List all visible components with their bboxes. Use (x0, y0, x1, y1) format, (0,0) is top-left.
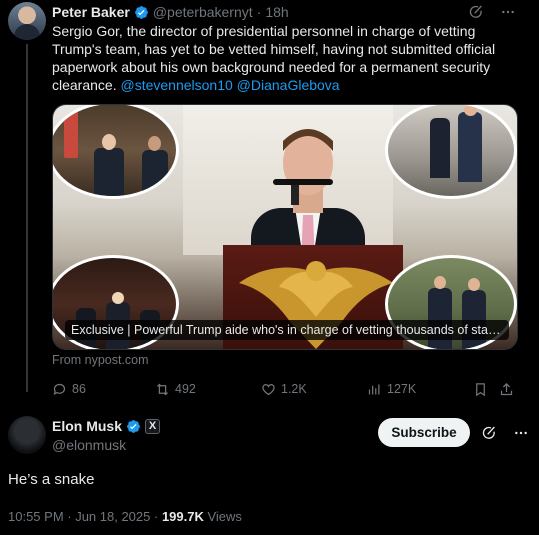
more-icon[interactable] (512, 424, 530, 442)
reply-icon (53, 383, 66, 395)
x-affiliate-icon[interactable]: X (145, 418, 161, 434)
tweet-time[interactable]: 18h (265, 4, 288, 20)
share-icon (500, 382, 513, 395)
author-handle[interactable]: @peterbakernyt (153, 4, 253, 20)
link-card[interactable]: Exclusive | Powerful Trump aide who's in… (52, 104, 518, 350)
tweet-actions-bar: 86 492 1.2K 127K (52, 379, 520, 399)
like-button[interactable]: 1.2K (261, 382, 367, 397)
grok-icon[interactable] (480, 424, 498, 442)
grok-icon[interactable] (467, 3, 485, 21)
card-source[interactable]: From nypost.com (52, 353, 149, 367)
subscribe-button[interactable]: Subscribe (378, 418, 470, 447)
retweet-icon (157, 383, 168, 395)
verified-badge-icon (127, 419, 140, 433)
bookmark-button[interactable] (473, 382, 499, 397)
reply-top-actions (480, 424, 530, 442)
avatar-peter-baker[interactable] (8, 2, 46, 40)
reply-author-handle[interactable]: @elonmusk (52, 437, 126, 453)
card-inset-walking (385, 105, 517, 199)
reply-meta: 10:55 PM · Jun 18, 2025 · 199.7K Views (8, 509, 242, 524)
reply-header: Elon Musk X (52, 418, 161, 434)
dot-separator: · (256, 4, 262, 20)
reply-views-count: 199.7K (161, 509, 204, 524)
views-button[interactable]: 127K (367, 382, 473, 397)
reply-count: 86 (72, 382, 86, 396)
views-icon (368, 384, 380, 394)
reply-views-label: Views (207, 509, 242, 524)
thread-line (26, 44, 28, 392)
share-button[interactable] (499, 382, 519, 397)
card-inset-oval-office (53, 105, 179, 199)
reply-button[interactable]: 86 (52, 382, 155, 397)
retweet-count: 492 (175, 382, 196, 396)
author-name[interactable]: Peter Baker (52, 4, 130, 20)
like-icon (262, 383, 275, 395)
avatar-elon-musk[interactable] (8, 416, 46, 454)
like-count: 1.2K (281, 382, 307, 396)
reply-timestamp[interactable]: 10:55 PM · Jun 18, 2025 (8, 509, 150, 524)
retweet-button[interactable]: 492 (155, 382, 261, 397)
tweet-text: Sergio Gor, the director of presidential… (52, 22, 512, 94)
meta-separator: · (150, 509, 162, 524)
tweet-header: Peter Baker @peterbakernyt · 18h (52, 3, 289, 21)
verified-badge-icon (134, 5, 148, 19)
views-count: 127K (387, 382, 417, 396)
tweet-top-actions (467, 3, 517, 21)
tweet-mentions[interactable]: @stevennelson10 @DianaGlebova (120, 77, 339, 93)
bookmark-icon (476, 382, 485, 396)
more-icon[interactable] (499, 3, 517, 21)
reply-author-name[interactable]: Elon Musk (52, 418, 122, 434)
card-caption[interactable]: Exclusive | Powerful Trump aide who's in… (65, 320, 509, 340)
reply-text: He’s a snake (8, 471, 95, 488)
